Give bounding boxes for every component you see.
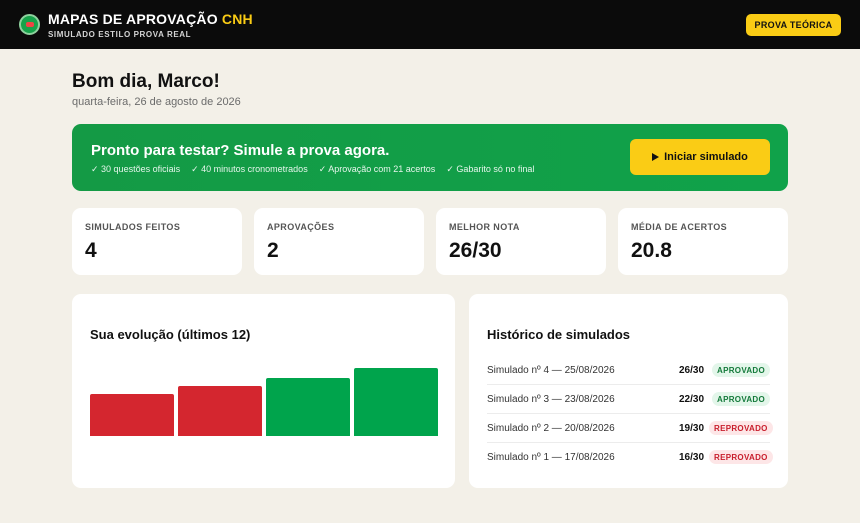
greeting-heading: Bom dia, Marco!	[72, 71, 220, 92]
history-list: Simulado nº 4 — 25/08/2026 26/30 APROVADO S…	[487, 356, 773, 472]
evolution-chart	[90, 354, 438, 436]
start-simulation-button[interactable]: Iniciar simulado	[630, 139, 770, 175]
stat-label: SIMULADOS FEITOS	[85, 222, 181, 232]
banner-features: ✓ 30 questões oficiais ✓ 40 minutos cron…	[91, 164, 534, 175]
start-simulation-label: Iniciar simulado	[664, 151, 748, 163]
status-badge: APROVADO	[712, 392, 771, 406]
history-row[interactable]: Simulado nº 2 — 20/08/2026 19/30 REPROVADO	[487, 414, 773, 443]
history-row-score: 22/30	[679, 394, 705, 405]
banner-feature: ✓ Aprovação com 21 acertos	[318, 164, 436, 174]
app-logo-icon	[19, 14, 40, 35]
play-icon	[652, 153, 660, 161]
stat-label: MELHOR NOTA	[449, 222, 520, 232]
app-subtitle: SIMULADO ESTILO PROVA REAL	[48, 30, 192, 39]
banner-feature: ✓ Gabarito só no final	[446, 164, 535, 174]
status-badge: APROVADO	[712, 363, 771, 377]
evolution-bar	[354, 368, 438, 436]
history-row-name: Simulado nº 2 — 20/08/2026	[487, 423, 615, 434]
history-row-score: 16/30	[679, 452, 705, 463]
stat-card-simulations: SIMULADOS FEITOS 4	[72, 208, 242, 275]
banner-title: Pronto para testar? Simule a prova agora…	[91, 142, 390, 159]
evolution-card: Sua evolução (últimos 12)	[72, 294, 455, 488]
top-bar: MAPAS DE APROVAÇÃO CNH SIMULADO ESTILO P…	[0, 0, 860, 49]
app-title-accent: CNH	[221, 11, 253, 27]
history-card: Histórico de simulados Simulado nº 4 — 2…	[469, 294, 788, 488]
banner-feature: ✓ 30 questões oficiais	[91, 164, 181, 174]
history-row-score: 26/30	[679, 365, 705, 376]
stat-card-best-score: MELHOR NOTA 26/30	[436, 208, 606, 275]
history-row[interactable]: Simulado nº 3 — 23/08/2026 22/30 APROVADO	[487, 385, 771, 414]
history-row[interactable]: Simulado nº 1 — 17/08/2026 16/30 REPROVADO	[487, 443, 773, 472]
stat-label: MÉDIA DE ACERTOS	[631, 222, 728, 232]
stat-value: 4	[85, 239, 97, 262]
stat-value: 2	[267, 239, 279, 262]
evolution-bar	[178, 386, 262, 436]
stat-label: APROVAÇÕES	[267, 222, 335, 232]
stat-value: 20.8	[631, 239, 672, 262]
stat-card-average: MÉDIA DE ACERTOS 20.8	[618, 208, 788, 275]
history-row-name: Simulado nº 3 — 23/08/2026	[487, 394, 615, 405]
evolution-bar	[90, 394, 174, 436]
stat-card-approvals: APROVAÇÕES 2	[254, 208, 424, 275]
app-title: MAPAS DE APROVAÇÃO CNH	[48, 11, 253, 27]
history-row[interactable]: Simulado nº 4 — 25/08/2026 26/30 APROVADO	[487, 356, 771, 385]
status-badge: REPROVADO	[709, 421, 773, 435]
start-banner: Pronto para testar? Simule a prova agora…	[72, 124, 788, 191]
stat-value: 26/30	[449, 239, 502, 262]
history-row-score: 19/30	[679, 423, 705, 434]
evolution-bar	[266, 378, 350, 436]
history-title: Histórico de simulados	[487, 327, 631, 342]
theory-test-button[interactable]: PROVA TEÓRICA	[746, 14, 841, 36]
banner-feature: ✓ 40 minutos cronometrados	[191, 164, 308, 174]
evolution-title: Sua evolução (últimos 12)	[90, 327, 251, 342]
history-row-name: Simulado nº 1 — 17/08/2026	[487, 452, 615, 463]
status-badge: REPROVADO	[709, 450, 773, 464]
history-row-name: Simulado nº 4 — 25/08/2026	[487, 365, 615, 376]
current-date: quarta-feira, 26 de agosto de 2026	[72, 96, 241, 108]
